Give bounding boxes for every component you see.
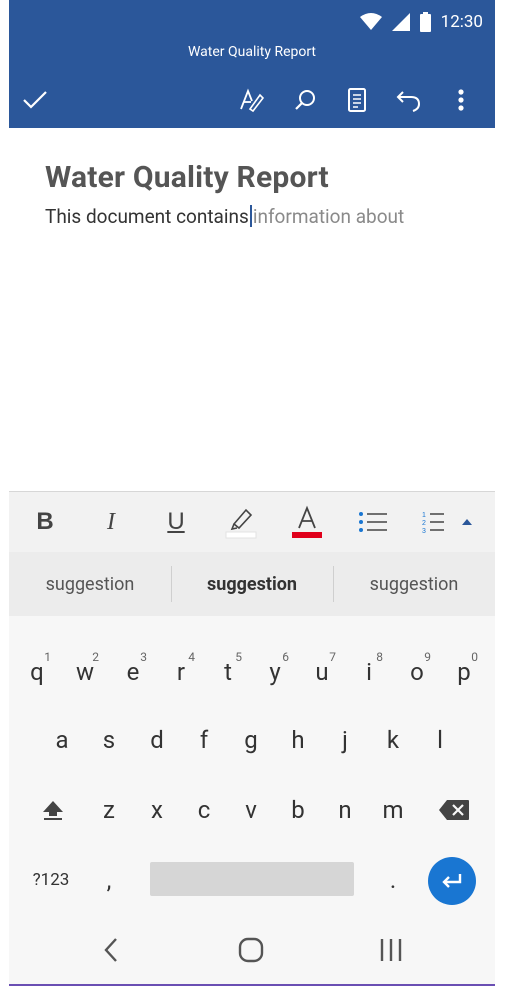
back-chevron-icon: [104, 938, 117, 962]
key-v[interactable]: v: [229, 782, 273, 838]
text-cursor: [249, 205, 252, 227]
bulleted-list-icon: [359, 512, 387, 532]
key-y[interactable]: y6: [253, 644, 297, 700]
font-color-button[interactable]: [285, 500, 329, 544]
key-z[interactable]: z: [87, 782, 131, 838]
key-l[interactable]: l: [418, 712, 462, 768]
document-heading[interactable]: Water Quality Report: [45, 160, 475, 195]
key-e[interactable]: e3: [111, 644, 155, 700]
undo-icon: [396, 91, 421, 112]
svg-text:3: 3: [422, 528, 426, 535]
key-h[interactable]: h: [276, 712, 320, 768]
shift-icon: [43, 801, 63, 820]
recents-nav-button[interactable]: [367, 926, 415, 974]
on-screen-keyboard: q1 w2 e3 r4 t5 y6 u7 i8 o9 p0 a s d f g …: [9, 616, 495, 916]
key-n[interactable]: n: [323, 782, 367, 838]
key-t[interactable]: t5: [206, 644, 250, 700]
highlight-button[interactable]: [219, 500, 263, 544]
document-paragraph[interactable]: This document contains information about: [45, 205, 475, 228]
home-nav-button[interactable]: [227, 926, 275, 974]
reading-view-icon: [348, 88, 366, 112]
enter-key[interactable]: [428, 857, 476, 905]
period-key[interactable]: .: [371, 852, 415, 908]
checkmark-icon: [23, 91, 47, 109]
shift-key[interactable]: [31, 782, 75, 838]
key-b[interactable]: b: [276, 782, 320, 838]
status-bar: 12:30: [359, 8, 483, 36]
comma-key[interactable]: ,: [87, 852, 131, 908]
key-i[interactable]: i8: [347, 644, 391, 700]
key-j[interactable]: j: [323, 712, 367, 768]
bottom-accent-line: [9, 984, 495, 986]
recents-icon: [380, 939, 402, 961]
signal-icon: [391, 13, 410, 31]
caret-up-icon: [462, 519, 472, 525]
battery-icon: [419, 12, 431, 32]
key-d[interactable]: d: [135, 712, 179, 768]
key-a[interactable]: a: [40, 712, 84, 768]
app-frame: 12:30 Water Quality Report Water Quality…: [9, 0, 495, 986]
suggestion-left[interactable]: suggestion: [9, 552, 171, 616]
suggestion-center[interactable]: suggestion: [171, 552, 333, 616]
undo-button[interactable]: [389, 80, 429, 120]
more-options-button[interactable]: [441, 80, 481, 120]
more-vertical-icon: [458, 89, 464, 111]
italic-button[interactable]: I: [89, 500, 133, 544]
suggestion-right[interactable]: suggestion: [333, 552, 495, 616]
draw-pen-icon: [240, 88, 264, 113]
typed-text: This document contains: [45, 205, 249, 228]
numbered-list-icon: 1 2 3: [422, 512, 444, 535]
key-s[interactable]: s: [87, 712, 131, 768]
home-circle-icon: [238, 937, 264, 963]
back-nav-button[interactable]: [87, 926, 135, 974]
expand-ribbon-button[interactable]: [445, 500, 489, 544]
bold-button[interactable]: B: [23, 500, 67, 544]
backspace-icon: [439, 800, 469, 820]
suggestion-strip: suggestion suggestion suggestion: [9, 552, 495, 616]
underline-button[interactable]: U: [154, 500, 198, 544]
toolbar: [9, 80, 495, 120]
font-color-icon: [292, 505, 322, 538]
key-q[interactable]: q1: [15, 644, 59, 700]
backspace-key[interactable]: [429, 782, 479, 838]
enter-icon: [442, 874, 462, 888]
formatting-bar: B I U 1 2 3: [9, 491, 495, 553]
key-w[interactable]: w2: [63, 644, 107, 700]
document-title: Water Quality Report: [187, 44, 317, 60]
svg-text:1: 1: [422, 512, 426, 519]
app-bar: 12:30 Water Quality Report: [9, 0, 495, 128]
text-prediction[interactable]: information about: [253, 205, 404, 228]
key-x[interactable]: x: [135, 782, 179, 838]
svg-text:2: 2: [422, 520, 426, 527]
status-time: 12:30: [440, 12, 483, 32]
key-f[interactable]: f: [182, 712, 226, 768]
key-c[interactable]: c: [182, 782, 226, 838]
document-canvas[interactable]: Water Quality Report This document conta…: [45, 160, 475, 228]
draw-button[interactable]: [231, 80, 271, 120]
reading-view-button[interactable]: [337, 80, 377, 120]
key-r[interactable]: r4: [159, 644, 203, 700]
key-u[interactable]: u7: [300, 644, 344, 700]
done-button[interactable]: [15, 80, 55, 120]
navigation-bar: [9, 916, 495, 984]
key-m[interactable]: m: [371, 782, 415, 838]
wifi-icon: [359, 13, 382, 30]
symbols-key[interactable]: ?123: [23, 852, 79, 908]
key-k[interactable]: k: [371, 712, 415, 768]
space-bar[interactable]: [150, 862, 354, 896]
highlighter-icon: [225, 508, 257, 539]
key-o[interactable]: o9: [395, 644, 439, 700]
search-icon: [295, 90, 315, 110]
key-g[interactable]: g: [229, 712, 273, 768]
search-button[interactable]: [285, 80, 325, 120]
bullets-button[interactable]: [351, 500, 395, 544]
key-p[interactable]: p0: [442, 644, 486, 700]
